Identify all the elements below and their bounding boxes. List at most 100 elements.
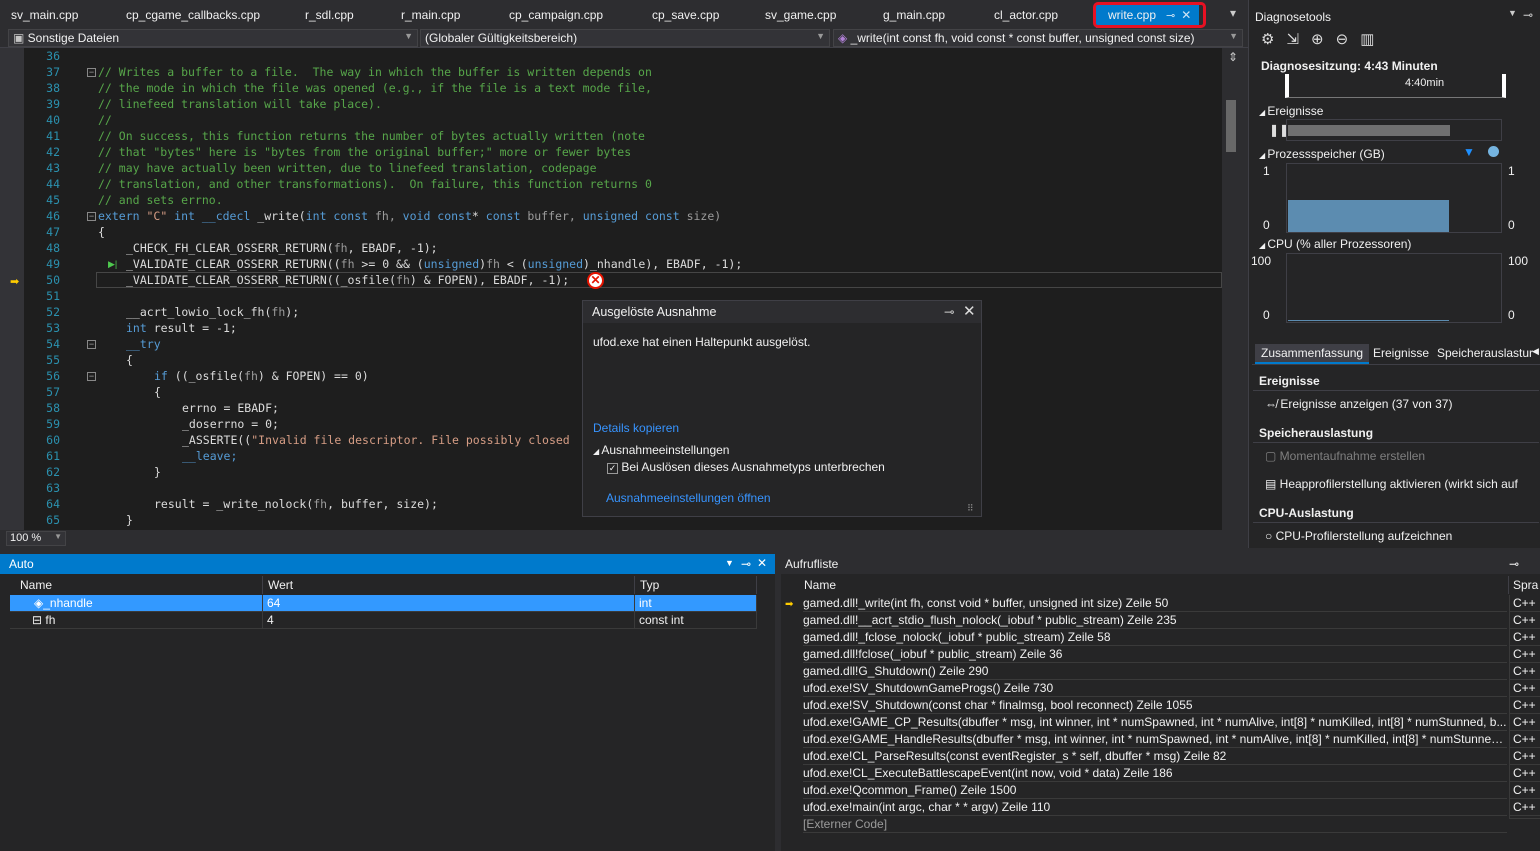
- dropdown-icon[interactable]: ▼: [725, 558, 734, 568]
- reset-zoom-icon[interactable]: ▥: [1360, 31, 1386, 48]
- tab-sv-game[interactable]: sv_game.cpp: [765, 8, 836, 27]
- code-line-46: extern "C" int __cdecl _write(int const …: [98, 209, 722, 223]
- events-track[interactable]: [1286, 119, 1502, 141]
- call-stack-frame[interactable]: [Externer Code]: [781, 816, 1540, 833]
- call-stack-frame[interactable]: ufod.exe!SV_Shutdown(const char * finalm…: [781, 697, 1540, 714]
- column-name[interactable]: Name: [15, 576, 263, 594]
- take-snapshot-button[interactable]: ▢ Momentaufnahme erstellen: [1265, 449, 1425, 463]
- run-to-click-icon[interactable]: ▶|: [108, 259, 117, 270]
- call-stack-frame[interactable]: gamed.dll!_fclose_nolock(_iobuf * public…: [781, 629, 1540, 646]
- column-type[interactable]: Typ: [635, 576, 757, 594]
- call-stack-frame[interactable]: ufod.exe!Qcommon_Frame() Zeile 1500 C++: [781, 782, 1540, 799]
- tab-cl-actor[interactable]: cl_actor.cpp: [994, 8, 1058, 27]
- events-track-header[interactable]: ◢ Ereignisse: [1253, 101, 1329, 121]
- events-bar: [1288, 125, 1450, 136]
- cpu-min-right: 0: [1508, 308, 1515, 322]
- export-icon[interactable]: ⇲: [1286, 31, 1311, 48]
- code-line-56: if ((_osfile(fh) & FOPEN) == 0): [154, 369, 369, 383]
- file-icon: ▣: [13, 31, 28, 45]
- tab-r-sdl[interactable]: r_sdl.cpp: [305, 8, 354, 27]
- memory-graph[interactable]: [1286, 163, 1502, 233]
- tab-cp-campaign[interactable]: cp_campaign.cpp: [509, 8, 603, 27]
- tab-cp-cgame-callbacks[interactable]: cp_cgame_callbacks.cpp: [126, 8, 260, 27]
- member-dropdown[interactable]: ◈ _write(int const fh, void const * cons…: [833, 29, 1243, 47]
- timeline-ruler[interactable]: 4:40min: [1285, 74, 1506, 98]
- tab-g-main[interactable]: g_main.cpp: [883, 8, 945, 27]
- current-statement-arrow-icon: ➡: [10, 276, 20, 288]
- resize-grip-icon[interactable]: ⠿: [967, 503, 974, 514]
- line-number: 55: [46, 353, 60, 367]
- code-line-55: {: [126, 353, 133, 367]
- split-icon[interactable]: ⇕: [1228, 50, 1238, 64]
- break-on-exception-checkbox[interactable]: ✓ Bei Auslösen dieses Ausnahmetyps unter…: [607, 460, 885, 474]
- memory-min-right: 0: [1508, 218, 1515, 232]
- column-language[interactable]: Spra: [1509, 576, 1540, 594]
- cpu-max-left: 100: [1251, 254, 1272, 268]
- editor-vertical-scrollbar[interactable]: ⇕: [1222, 48, 1248, 530]
- cpu-track-header[interactable]: ◢ CPU (% aller Prozessoren): [1253, 234, 1417, 254]
- table-row[interactable]: ⊟ fh 4 const int: [0, 612, 757, 629]
- editor-horizontal-scrollbar[interactable]: 100 % ▼: [0, 530, 1222, 548]
- code-line-53: int result = -1;: [126, 321, 237, 335]
- call-stack-frame[interactable]: gamed.dll!_write(int fh, const void * bu…: [781, 595, 1540, 612]
- call-stack-frame[interactable]: ufod.exe!SV_ShutdownGameProgs() Zeile 73…: [781, 680, 1540, 697]
- collapse-icon[interactable]: −: [87, 372, 96, 381]
- frame-language: C++: [1509, 595, 1540, 612]
- code-line-37: // Writes a buffer to a file. The way in…: [98, 65, 652, 79]
- chevron-down-icon: ▼: [404, 31, 413, 41]
- pin-icon[interactable]: ⊸: [1509, 557, 1519, 571]
- frame-language: C++: [1509, 714, 1540, 731]
- heap-profiling-button[interactable]: ▤ Heapprofilerstellung aktivieren (wirkt…: [1265, 477, 1518, 491]
- call-stack-frame[interactable]: ufod.exe!GAME_HandleResults(dbuffer * ms…: [781, 731, 1540, 748]
- close-icon[interactable]: ✕: [757, 556, 767, 570]
- scope-dropdown[interactable]: (Globaler Gültigkeitsbereich) ▼: [420, 29, 830, 47]
- tab-sv-main[interactable]: sv_main.cpp: [11, 8, 78, 27]
- pin-icon[interactable]: ⊸: [944, 304, 954, 319]
- dropdown-icon[interactable]: ▼: [1508, 8, 1517, 18]
- zoom-in-icon[interactable]: ⊕: [1311, 31, 1336, 48]
- show-events-link[interactable]: ⇎ Ereignisse anzeigen (37 von 37): [1265, 397, 1452, 411]
- code-line-64: result = _write_nolock(fh, buffer, size)…: [154, 497, 438, 511]
- tab-r-main[interactable]: r_main.cpp: [401, 8, 460, 27]
- tab-memory-usage[interactable]: Speicherauslastur: [1437, 346, 1533, 360]
- call-stack-frame[interactable]: gamed.dll!G_Shutdown() Zeile 290 C++: [781, 663, 1540, 680]
- breakpoint-gutter[interactable]: [0, 48, 24, 530]
- code-line-54: __try: [126, 337, 161, 351]
- call-stack-frame[interactable]: ufod.exe!CL_ParseResults(const eventRegi…: [781, 748, 1540, 765]
- frame-name: ufod.exe!Qcommon_Frame() Zeile 1500: [803, 782, 1507, 799]
- zoom-dropdown[interactable]: 100 % ▼: [6, 531, 66, 546]
- auto-row-value[interactable]: 64: [263, 595, 635, 612]
- variable-name: _nhandle: [43, 596, 93, 610]
- record-cpu-profile-button[interactable]: ○ CPU-Profilerstellung aufzeichnen: [1265, 529, 1452, 543]
- tab-events[interactable]: Ereignisse: [1373, 346, 1429, 360]
- pin-icon[interactable]: ⊸: [741, 557, 751, 571]
- pin-icon[interactable]: ⊸: [1523, 8, 1533, 22]
- collapse-icon[interactable]: −: [87, 212, 96, 221]
- close-icon[interactable]: ✕: [963, 302, 976, 320]
- scroll-tabs-icon[interactable]: ◀: [1532, 346, 1539, 357]
- tab-overflow-dropdown-icon[interactable]: ▾: [1230, 6, 1236, 25]
- call-stack-frame[interactable]: ufod.exe!CL_ExecuteBattlescapeEvent(int …: [781, 765, 1540, 782]
- call-stack-frame[interactable]: gamed.dll!fclose(_iobuf * public_stream)…: [781, 646, 1540, 663]
- column-value[interactable]: Wert: [263, 576, 635, 594]
- cpu-graph[interactable]: [1286, 253, 1502, 323]
- tab-summary[interactable]: Zusammenfassung: [1255, 344, 1370, 364]
- auto-row-value[interactable]: 4: [263, 612, 635, 629]
- exception-settings-header[interactable]: ◢ Ausnahmeeinstellungen: [593, 443, 729, 457]
- copy-details-link[interactable]: Details kopieren: [593, 421, 679, 435]
- call-stack-frame[interactable]: ufod.exe!main(int argc, char * * argv) Z…: [781, 799, 1540, 816]
- call-stack-frame[interactable]: ufod.exe!GAME_CP_Results(dbuffer * msg, …: [781, 714, 1540, 731]
- tab-cp-save[interactable]: cp_save.cpp: [652, 8, 719, 27]
- zoom-out-icon[interactable]: ⊖: [1336, 31, 1361, 48]
- line-number: 56: [46, 369, 60, 383]
- collapse-icon[interactable]: −: [87, 68, 96, 77]
- collapse-icon[interactable]: −: [87, 340, 96, 349]
- table-row[interactable]: ◈_nhandle 64 int: [0, 595, 757, 612]
- memory-track-header[interactable]: ◢ Prozessspeicher (GB): [1253, 144, 1391, 164]
- scroll-thumb[interactable]: [1226, 100, 1236, 152]
- settings-gear-icon[interactable]: ⚙: [1261, 31, 1286, 48]
- column-name[interactable]: Name: [799, 576, 1509, 594]
- call-stack-frame[interactable]: gamed.dll!__acrt_stdio_flush_nolock(_iob…: [781, 612, 1540, 629]
- project-dropdown[interactable]: ▣ Sonstige Dateien ▼: [8, 29, 418, 47]
- open-exception-settings-link[interactable]: Ausnahmeeinstellungen öffnen: [606, 491, 771, 505]
